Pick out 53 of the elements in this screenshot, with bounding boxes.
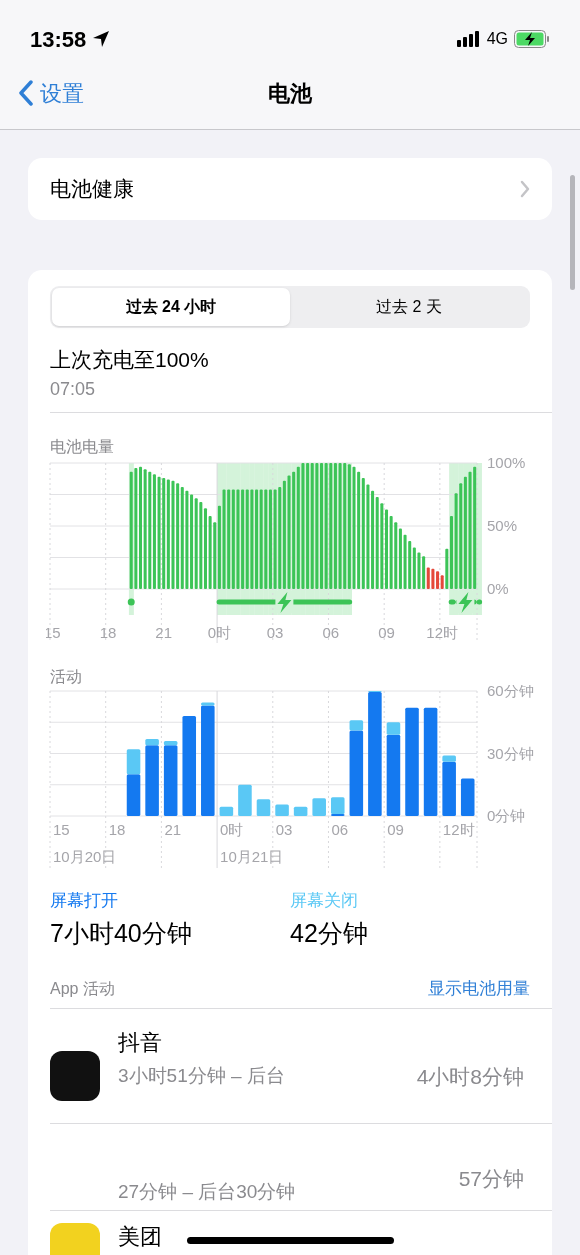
chart-title: 电池电量 — [50, 437, 115, 457]
date-label: 10月21日 — [220, 848, 284, 865]
axis-label: 15 — [46, 624, 61, 641]
battery-charging-icon — [514, 30, 550, 48]
show-battery-usage-link[interactable]: 显示电池用量 — [428, 976, 530, 1002]
axis-label: 12时 — [442, 821, 475, 838]
summary-label: 屏幕关闭 — [290, 890, 359, 912]
axis-label: 12时 — [426, 624, 459, 641]
axis-label: 0分钟 — [487, 807, 526, 824]
app-usage-total: 57分钟 — [458, 1166, 524, 1192]
chart-title: 活动 — [50, 667, 83, 687]
range-tab[interactable]: 过去 2 天 — [290, 288, 528, 326]
axis-label: 06 — [322, 624, 340, 641]
axis-label: 03 — [266, 624, 284, 641]
network-label: 4G — [486, 29, 508, 49]
axis-label: 21 — [155, 624, 173, 641]
app-name: 美团 — [118, 1222, 162, 1251]
back-button[interactable]: 设置 — [18, 76, 84, 110]
battery-health-row[interactable]: 电池健康 — [28, 158, 552, 220]
axis-label: 0% — [487, 580, 509, 597]
app-usage-detail: 27分钟 – 后台30分钟 — [118, 1179, 296, 1204]
axis-label: 18 — [99, 624, 117, 641]
section-title: App 活动 — [50, 978, 115, 999]
status-time: 13:58 — [30, 25, 87, 54]
location-icon — [92, 30, 111, 48]
app-name: 抖音 — [118, 1028, 162, 1057]
app-usage-total: 4小时8分钟 — [416, 1063, 524, 1090]
range-tab[interactable]: 过去 24 小时 — [52, 288, 290, 326]
axis-label: 09 — [387, 821, 404, 838]
last-charge-label: 上次充电至100% — [50, 347, 210, 373]
axis-label: 06 — [331, 821, 349, 838]
axis-label: 15 — [53, 821, 70, 838]
date-label: 10月20日 — [53, 848, 117, 865]
summary-value: 42分钟 — [290, 918, 369, 948]
axis-label: 30分钟 — [487, 744, 534, 762]
last-charge-time: 07:05 — [50, 378, 97, 401]
axis-label: 100% — [487, 455, 526, 471]
charging-dot — [127, 598, 135, 606]
summary-value: 7小时40分钟 — [50, 918, 193, 948]
chevron-right-icon — [520, 180, 530, 198]
axis-label: 0时 — [220, 821, 244, 838]
summary-label: 屏幕打开 — [50, 890, 119, 912]
nav-title: 电池 — [268, 79, 312, 108]
axis-label: 0时 — [207, 624, 232, 641]
app-usage-detail: 3小时51分钟 – 后台 — [118, 1064, 285, 1088]
axis-label: 21 — [164, 821, 182, 838]
axis-label: 09 — [378, 624, 395, 641]
chevron-left-icon — [18, 80, 34, 106]
axis-label: 03 — [275, 821, 293, 838]
charging-bar — [448, 591, 483, 613]
axis-label: 18 — [108, 821, 126, 838]
axis-label: 50% — [487, 517, 518, 534]
signal-icon — [456, 31, 481, 47]
